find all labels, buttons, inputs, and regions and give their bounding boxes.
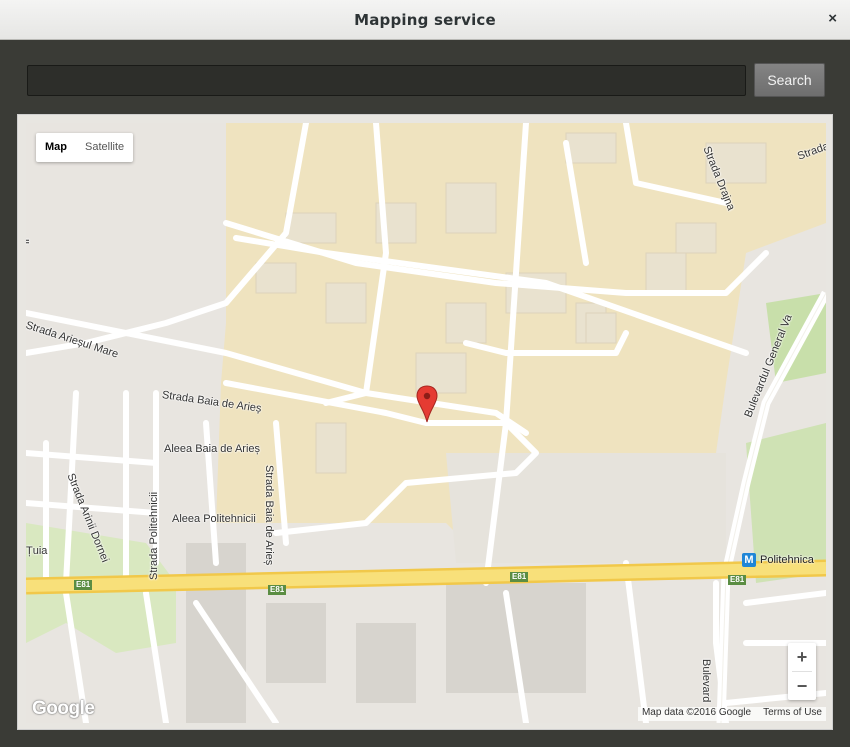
map-view[interactable]: Strada Drajna Strada Strada Arieșul Mare… bbox=[26, 123, 826, 723]
map-frame: Strada Drajna Strada Strada Arieșul Mare… bbox=[17, 114, 833, 730]
map-tiles bbox=[26, 123, 826, 723]
street-label: Țuia bbox=[26, 545, 48, 557]
map-type-satellite-button[interactable]: Satellite bbox=[76, 133, 133, 162]
route-shield: E81 bbox=[268, 585, 287, 595]
location-marker-icon[interactable] bbox=[416, 385, 438, 423]
zoom-in-button[interactable]: + bbox=[788, 643, 816, 671]
route-shield: E81 bbox=[510, 572, 529, 582]
window-titlebar: Mapping service × bbox=[0, 0, 850, 40]
street-label: Strada Baia de Arieș bbox=[263, 465, 275, 566]
map-type-control: Map Satellite bbox=[36, 133, 134, 162]
metro-station[interactable]: M Politehnica bbox=[742, 553, 814, 567]
google-logo: Google bbox=[32, 698, 95, 719]
window-title: Mapping service bbox=[354, 11, 496, 29]
route-shield: E81 bbox=[74, 580, 93, 590]
zoom-control: + − bbox=[788, 643, 816, 700]
map-attribution: Map data ©2016 Google Terms of Use bbox=[637, 707, 826, 721]
close-icon[interactable]: × bbox=[828, 10, 837, 27]
street-label: Aleea Baia de Arieș bbox=[164, 443, 261, 455]
street-label: Bulevard bbox=[700, 659, 712, 703]
search-input[interactable] bbox=[27, 65, 746, 96]
metro-station-name: Politehnica bbox=[760, 554, 814, 566]
street-label: Strada Politehnicii bbox=[148, 491, 160, 580]
street-label: ii bbox=[26, 239, 32, 244]
route-shield: E81 bbox=[728, 575, 747, 585]
map-data-credit: Map data ©2016 Google bbox=[641, 707, 752, 718]
search-button[interactable]: Search bbox=[754, 63, 825, 97]
zoom-out-button[interactable]: − bbox=[788, 672, 816, 700]
map-type-map-button[interactable]: Map bbox=[36, 133, 76, 162]
terms-of-use-link[interactable]: Terms of Use bbox=[763, 707, 822, 721]
street-label: Aleea Politehnicii bbox=[172, 513, 256, 525]
metro-icon: M bbox=[742, 553, 756, 567]
